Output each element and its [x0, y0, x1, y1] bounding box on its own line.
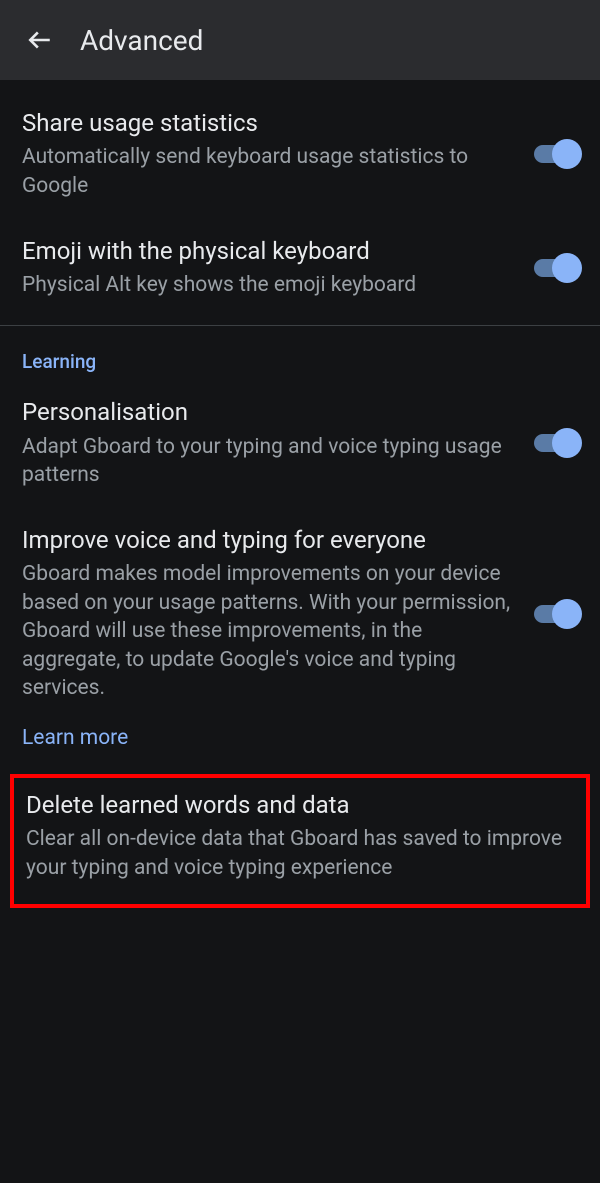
section-header-learning: Learning — [0, 326, 600, 379]
learn-more-link[interactable]: Learn more — [0, 720, 600, 770]
setting-title: Improve voice and typing for everyone — [22, 525, 514, 556]
setting-desc: Physical Alt key shows the emoji keyboar… — [22, 271, 514, 299]
setting-title: Share usage statistics — [22, 108, 514, 139]
toggle-knob — [552, 599, 582, 629]
setting-emoji-physical[interactable]: Emoji with the physical keyboard Physica… — [0, 218, 600, 318]
setting-desc: Automatically send keyboard usage statis… — [22, 143, 514, 200]
toggle-personalisation[interactable] — [534, 434, 578, 452]
setting-title: Personalisation — [22, 397, 514, 428]
page-title: Advanced — [80, 24, 203, 57]
setting-desc: Gboard makes model improvements on your … — [22, 560, 514, 702]
setting-personalisation[interactable]: Personalisation Adapt Gboard to your typ… — [0, 379, 600, 507]
back-button[interactable] — [20, 20, 60, 60]
setting-text: Share usage statistics Automatically sen… — [22, 108, 534, 200]
setting-share-usage[interactable]: Share usage statistics Automatically sen… — [0, 90, 600, 218]
setting-desc: Adapt Gboard to your typing and voice ty… — [22, 433, 514, 490]
settings-content: Share usage statistics Automatically sen… — [0, 80, 600, 908]
toggle-knob — [552, 139, 582, 169]
setting-desc: Clear all on-device data that Gboard has… — [26, 825, 574, 882]
setting-text: Personalisation Adapt Gboard to your typ… — [22, 397, 534, 489]
back-arrow-icon — [27, 27, 53, 53]
setting-improve-voice[interactable]: Improve voice and typing for everyone Gb… — [0, 507, 600, 720]
setting-text: Improve voice and typing for everyone Gb… — [22, 525, 534, 702]
app-header: Advanced — [0, 0, 600, 80]
toggle-share-usage[interactable] — [534, 145, 578, 163]
setting-title: Delete learned words and data — [26, 790, 574, 821]
toggle-emoji-physical[interactable] — [534, 259, 578, 277]
toggle-knob — [552, 253, 582, 283]
toggle-knob — [552, 428, 582, 458]
setting-delete-learned-highlight[interactable]: Delete learned words and data Clear all … — [10, 774, 590, 908]
setting-title: Emoji with the physical keyboard — [22, 236, 514, 267]
setting-text: Emoji with the physical keyboard Physica… — [22, 236, 534, 300]
toggle-improve-voice[interactable] — [534, 605, 578, 623]
